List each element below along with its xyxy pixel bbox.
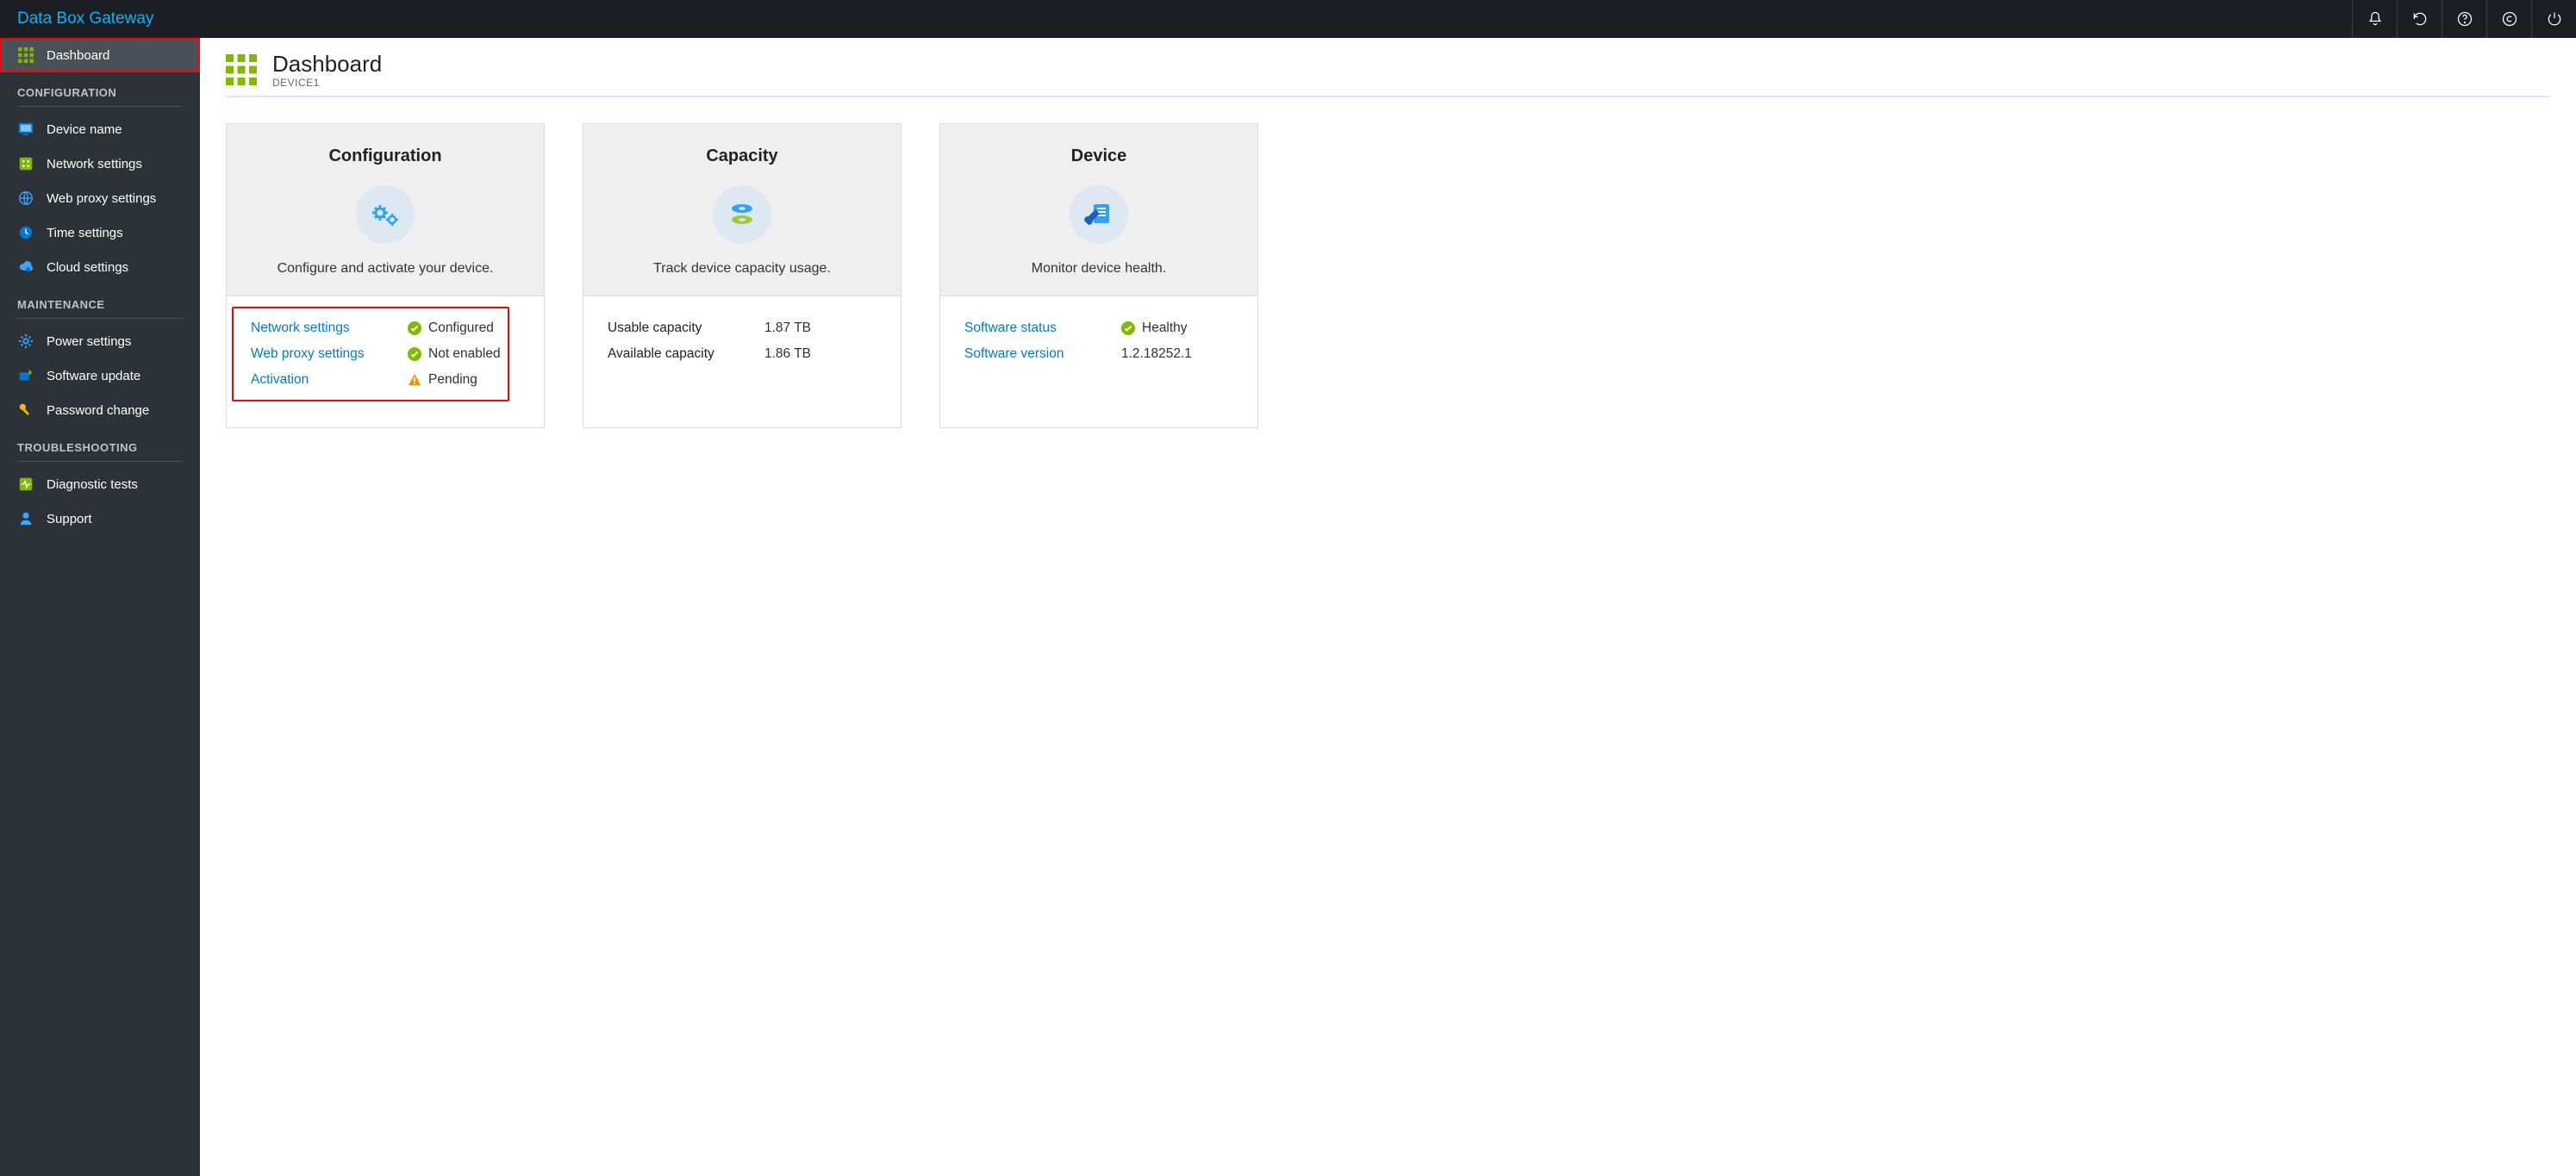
status-text: Configured xyxy=(428,320,494,336)
disks-icon xyxy=(713,185,771,244)
dashboard-cards: Configuration Configure and activate you… xyxy=(226,123,2550,428)
row-value: 1.87 TB xyxy=(764,320,811,336)
sidebar-item-time-settings[interactable]: Time settings xyxy=(0,215,200,250)
page-title: Dashboard xyxy=(272,52,382,77)
sidebar-item-web-proxy-settings[interactable]: Web proxy settings xyxy=(0,181,200,215)
divider xyxy=(17,461,183,462)
software-version-link[interactable]: Software version xyxy=(964,346,1121,362)
app-title: Data Box Gateway xyxy=(17,9,153,28)
card-capacity: Capacity Track device capacity usage. Us… xyxy=(583,123,901,428)
sidebar-item-label: Network settings xyxy=(47,157,142,171)
sidebar-item-software-update[interactable]: Software update xyxy=(0,358,200,393)
heartbeat-icon xyxy=(17,476,34,493)
status-text: Pending xyxy=(428,372,477,388)
sidebar-item-device-name[interactable]: Device name xyxy=(0,112,200,146)
software-status-link[interactable]: Software status xyxy=(964,320,1121,336)
bell-icon xyxy=(2367,10,2384,28)
card-title: Device xyxy=(957,146,1240,166)
device-label: DEVICE1 xyxy=(272,77,382,89)
card-configuration: Configuration Configure and activate you… xyxy=(226,123,545,428)
refresh-button[interactable] xyxy=(2397,0,2442,38)
warning-icon xyxy=(408,373,421,387)
network-icon xyxy=(17,155,34,172)
grid-icon xyxy=(17,47,34,64)
sidebar: Dashboard CONFIGURATION Device name Netw… xyxy=(0,38,200,1176)
topbar-actions xyxy=(2352,0,2576,38)
grid-icon xyxy=(226,54,257,85)
card-title: Capacity xyxy=(601,146,883,166)
row-label: Available capacity xyxy=(608,346,764,362)
sidebar-item-network-settings[interactable]: Network settings xyxy=(0,146,200,181)
clock-icon xyxy=(17,224,34,241)
notifications-button[interactable] xyxy=(2352,0,2397,38)
cloud-icon xyxy=(17,258,34,276)
network-settings-link[interactable]: Network settings xyxy=(251,320,408,336)
config-row-activation: Activation Pending xyxy=(251,367,520,393)
sidebar-item-dashboard[interactable]: Dashboard xyxy=(0,38,200,72)
update-icon xyxy=(17,367,34,384)
card-description: Configure and activate your device. xyxy=(244,261,527,277)
card-description: Track device capacity usage. xyxy=(601,261,883,277)
card-title: Configuration xyxy=(244,146,527,166)
sidebar-item-password-change[interactable]: Password change xyxy=(0,393,200,427)
sidebar-item-label: Password change xyxy=(47,403,149,418)
sidebar-item-label: Cloud settings xyxy=(47,260,128,275)
page-header: Dashboard DEVICE1 xyxy=(226,52,2550,97)
device-row-software-status: Software status Healthy xyxy=(964,315,1233,341)
topbar: Data Box Gateway xyxy=(0,0,2576,38)
help-button[interactable] xyxy=(2442,0,2486,38)
activation-link[interactable]: Activation xyxy=(251,372,408,388)
sidebar-item-support[interactable]: Support xyxy=(0,501,200,536)
gears-icon xyxy=(356,185,415,244)
person-icon xyxy=(17,510,34,527)
sidebar-item-cloud-settings[interactable]: Cloud settings xyxy=(0,250,200,284)
web-proxy-settings-link[interactable]: Web proxy settings xyxy=(251,346,408,362)
row-value: Healthy xyxy=(1142,320,1188,336)
sidebar-section-troubleshooting: TROUBLESHOOTING xyxy=(0,427,200,459)
config-row-webproxy: Web proxy settings Not enabled xyxy=(251,341,520,367)
gear-icon xyxy=(17,333,34,350)
main-content: Dashboard DEVICE1 Configuration Configur… xyxy=(200,38,2576,1176)
sidebar-section-maintenance: MAINTENANCE xyxy=(0,284,200,316)
sidebar-item-label: Support xyxy=(47,512,92,526)
key-icon xyxy=(17,401,34,419)
sidebar-item-label: Dashboard xyxy=(47,48,109,63)
refresh-icon xyxy=(2411,10,2429,28)
check-circle-icon xyxy=(408,321,421,335)
sidebar-item-label: Web proxy settings xyxy=(47,191,156,206)
device-row-software-version: Software version 1.2.18252.1 xyxy=(964,341,1233,367)
help-icon xyxy=(2456,10,2473,28)
power-icon xyxy=(2546,10,2563,28)
sidebar-item-diagnostic-tests[interactable]: Diagnostic tests xyxy=(0,467,200,501)
card-device: Device Monitor device health. Software s… xyxy=(939,123,1258,428)
sidebar-item-label: Time settings xyxy=(47,226,123,240)
check-circle-icon xyxy=(408,347,421,361)
globe-icon xyxy=(17,190,34,207)
row-value: 1.2.18252.1 xyxy=(1121,346,1192,362)
sidebar-item-power-settings[interactable]: Power settings xyxy=(0,324,200,358)
wrench-server-icon xyxy=(1070,185,1128,244)
config-row-network: Network settings Configured xyxy=(251,315,520,341)
divider xyxy=(17,106,183,107)
divider xyxy=(17,318,183,319)
card-description: Monitor device health. xyxy=(957,261,1240,277)
sidebar-section-configuration: CONFIGURATION xyxy=(0,72,200,104)
power-button[interactable] xyxy=(2531,0,2576,38)
capacity-row-usable: Usable capacity 1.87 TB xyxy=(608,315,876,341)
capacity-row-available: Available capacity 1.86 TB xyxy=(608,341,876,367)
row-value: 1.86 TB xyxy=(764,346,811,362)
monitor-icon xyxy=(17,121,34,138)
sidebar-item-label: Power settings xyxy=(47,334,131,349)
sidebar-item-label: Software update xyxy=(47,369,140,383)
row-label: Usable capacity xyxy=(608,320,764,336)
sidebar-item-label: Diagnostic tests xyxy=(47,477,138,492)
feedback-button[interactable] xyxy=(2486,0,2531,38)
copyright-icon xyxy=(2501,10,2518,28)
sidebar-item-label: Device name xyxy=(47,122,122,137)
status-text: Not enabled xyxy=(428,346,501,362)
check-circle-icon xyxy=(1121,321,1135,335)
